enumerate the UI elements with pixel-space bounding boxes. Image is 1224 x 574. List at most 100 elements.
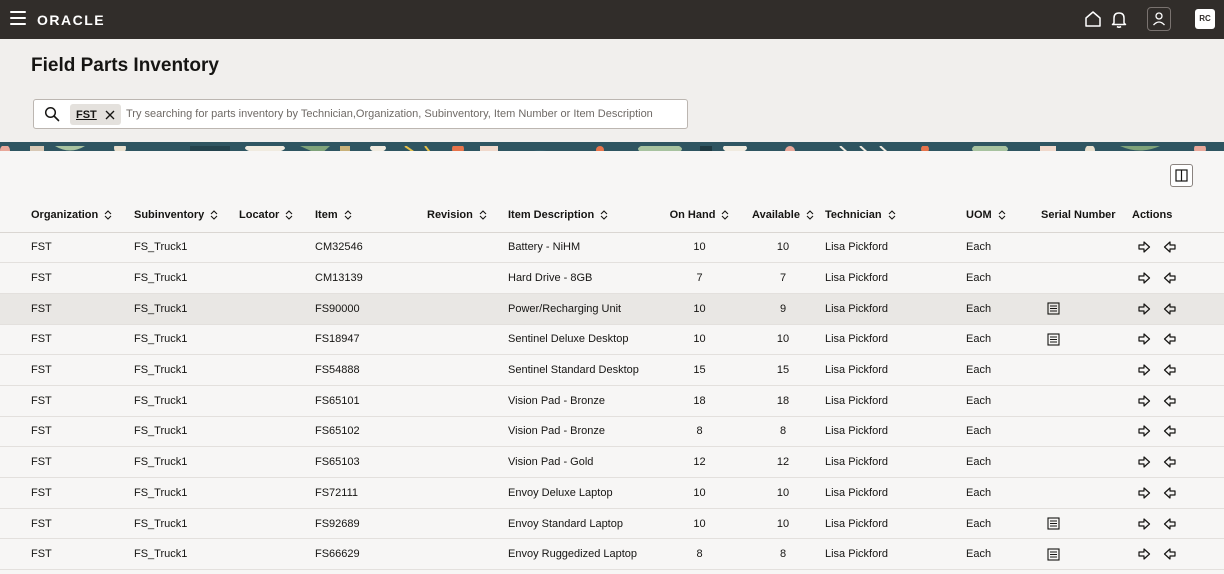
sort-icon[interactable] [600,210,608,220]
arrow-right-icon[interactable] [1137,517,1151,531]
arrow-left-icon[interactable] [1163,486,1177,500]
arrow-right-icon[interactable] [1137,363,1151,377]
cell-locator [239,324,315,356]
cell-organization: FST [0,477,134,509]
arrow-right-icon[interactable] [1137,547,1151,561]
table-row[interactable]: FST FS_Truck1 FS54888 Sentinel Standard Des… [0,354,1224,386]
column-header-item-description[interactable]: Item Description [508,198,658,233]
cell-item: FS65103 [315,446,427,478]
sort-icon[interactable] [285,210,293,220]
table-row[interactable]: FST FS_Truck1 CM13139 Hard Drive - 8GB 7 7 Lis… [0,262,1224,294]
cell-uom: Each [966,232,1041,264]
cell-actions [1132,324,1224,356]
cell-on-hand: 10 [658,293,741,325]
column-header-uom[interactable]: UOM [966,198,1041,233]
column-header-item[interactable]: Item [315,198,427,233]
cell-locator [239,508,315,540]
arrow-left-icon[interactable] [1163,424,1177,438]
column-header-available[interactable]: Available [741,198,825,233]
column-header-locator[interactable]: Locator [239,198,315,233]
cell-serial-number [1041,416,1132,448]
filter-chip[interactable]: FST [70,104,121,125]
sort-icon[interactable] [998,210,1006,220]
arrow-left-icon[interactable] [1163,363,1177,377]
cell-organization: FST [0,416,134,448]
cell-technician: Lisa Pickford [825,416,966,448]
column-header-serial-number: Serial Number [1041,198,1132,233]
cell-serial-number [1041,354,1132,386]
cell-item-description: Envoy Standard Laptop [508,508,658,540]
serial-list-icon[interactable] [1047,548,1060,561]
cell-organization: FST [0,538,134,571]
table-row[interactable]: FST FS_Truck1 FS65101 Vision Pad - Bronze 18… [0,385,1224,417]
search-bar[interactable]: FST [33,99,688,129]
serial-list-icon[interactable] [1047,333,1060,346]
cell-technician: Lisa Pickford [825,477,966,509]
table-row[interactable]: FST FS_Truck1 FS92689 Envoy Standard Laptop… [0,508,1224,540]
arrow-right-icon[interactable] [1137,302,1151,316]
sort-icon[interactable] [479,210,487,220]
search-icon[interactable] [44,106,60,122]
cell-actions [1132,385,1224,417]
arrow-left-icon[interactable] [1163,302,1177,316]
table-row[interactable]: FST FS_Truck1 CM32546 Battery - NiHM 10 10 Lis… [0,232,1224,264]
cell-revision [427,324,508,356]
cell-technician: Lisa Pickford [825,354,966,386]
column-header-organization[interactable]: Organization [0,198,134,233]
table-row[interactable]: FST FS_Truck1 FS66629 Envoy Ruggedized Lapt… [0,538,1224,571]
cell-revision [427,508,508,540]
sort-icon[interactable] [721,210,729,220]
table-row[interactable]: FST FS_Truck1 FS65103 Vision Pad - Gold 12 12… [0,446,1224,478]
cell-organization: FST [0,293,134,325]
arrow-right-icon[interactable] [1137,424,1151,438]
serial-list-icon[interactable] [1047,517,1060,530]
cell-serial-number [1041,262,1132,294]
cell-available: 8 [741,416,825,448]
search-input[interactable] [126,104,681,124]
arrow-right-icon[interactable] [1137,455,1151,469]
arrow-left-icon[interactable] [1163,240,1177,254]
user-icon[interactable] [1147,7,1171,31]
arrow-left-icon[interactable] [1163,547,1177,561]
table-row[interactable]: FST FS_Truck1 FS65102 Vision Pad - Bronze 8 8… [0,416,1224,448]
cell-on-hand: 10 [658,232,741,264]
arrow-right-icon[interactable] [1137,394,1151,408]
column-header-technician[interactable]: Technician [825,198,966,233]
cell-locator [239,385,315,417]
column-header-subinventory[interactable]: Subinventory [134,198,239,233]
arrow-left-icon[interactable] [1163,455,1177,469]
serial-list-icon[interactable] [1047,302,1060,315]
arrow-left-icon[interactable] [1163,332,1177,346]
cell-on-hand: 10 [658,508,741,540]
sort-icon[interactable] [210,210,218,220]
arrow-right-icon[interactable] [1137,271,1151,285]
cell-item-description: Battery - NiHM [508,232,658,264]
column-header-revision[interactable]: Revision [427,198,508,233]
table-row[interactable]: FST FS_Truck1 FS18947 Sentinel Deluxe Deskt… [0,324,1224,356]
cell-available: 12 [741,446,825,478]
avatar[interactable]: RC [1195,9,1215,29]
arrow-right-icon[interactable] [1137,486,1151,500]
arrow-right-icon[interactable] [1137,240,1151,254]
filter-chip-label: FST [76,108,97,121]
table-row[interactable]: FST FS_Truck1 FS90000 Power/Recharging Unit… [0,293,1224,325]
arrow-left-icon[interactable] [1163,517,1177,531]
sort-icon[interactable] [806,210,814,220]
arrow-right-icon[interactable] [1137,332,1151,346]
table-row[interactable]: FST FS_Truck1 FS72111 Envoy Deluxe Laptop 10… [0,477,1224,509]
sort-icon[interactable] [888,210,896,220]
columns-icon[interactable] [1170,164,1193,187]
cell-actions [1132,416,1224,448]
arrow-left-icon[interactable] [1163,271,1177,285]
sort-icon[interactable] [104,210,112,220]
column-header-on-hand[interactable]: On Hand [658,198,741,233]
bell-icon[interactable] [1108,8,1130,30]
cell-technician: Lisa Pickford [825,232,966,264]
close-icon[interactable] [103,108,117,122]
sort-icon[interactable] [344,210,352,220]
home-icon[interactable] [1082,8,1104,30]
hamburger-icon[interactable] [10,11,26,27]
cell-subinventory: FS_Truck1 [134,354,239,386]
arrow-left-icon[interactable] [1163,394,1177,408]
cell-uom: Each [966,508,1041,540]
